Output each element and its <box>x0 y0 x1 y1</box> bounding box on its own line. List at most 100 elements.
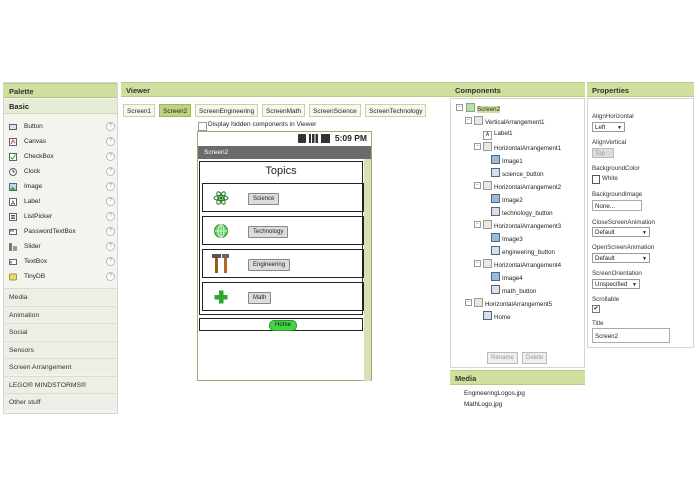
collapse-toggle[interactable]: − <box>474 221 481 228</box>
prop-title-field[interactable]: Screen2 <box>592 328 670 343</box>
topics-label[interactable]: Topics <box>200 165 362 177</box>
tools-icon[interactable] <box>211 253 231 274</box>
arrangement-icon <box>483 181 492 190</box>
palette-category-lego[interactable]: LEGO® MINDSTORMS® <box>4 376 117 393</box>
help-icon[interactable]: ? <box>106 242 115 251</box>
delete-button[interactable]: Delete <box>522 352 548 364</box>
tree-node-screen2[interactable]: Screen2 <box>466 103 501 113</box>
tree-node-label: science_button <box>502 171 544 178</box>
palette-item-listpicker[interactable]: ListPicker ? <box>4 209 117 224</box>
tree-node-image4[interactable]: Image4 <box>491 272 523 282</box>
palette-item-slider[interactable]: Slider ? <box>4 239 117 254</box>
tab-screen-math[interactable]: ScreenMath <box>262 104 306 117</box>
help-icon[interactable]: ? <box>106 182 115 191</box>
tab-screen1[interactable]: Screen1 <box>123 104 156 117</box>
collapse-toggle[interactable]: − <box>474 182 481 189</box>
prop-align-vertical-select[interactable]: Top <box>592 148 614 158</box>
help-icon[interactable]: ? <box>106 122 115 131</box>
tree-node-horizontal-arrangement1[interactable]: HorizontalArrangement1 <box>483 142 561 152</box>
palette-basic-header[interactable]: Basic <box>4 99 117 114</box>
tab-screen-technology[interactable]: ScreenTechnology <box>365 104 427 117</box>
help-icon[interactable]: ? <box>106 272 115 281</box>
palette-item-textbox[interactable]: TextBox ? <box>4 254 117 269</box>
select-value: Default <box>595 255 615 262</box>
collapse-toggle[interactable]: − <box>465 117 472 124</box>
media-file[interactable]: EngineeringLogos.jpg <box>464 390 525 397</box>
tree-node-engineering-button[interactable]: engineering_button <box>491 246 555 256</box>
prop-align-horizontal-select[interactable]: Left ▼ <box>592 122 625 132</box>
collapse-toggle[interactable]: − <box>474 260 481 267</box>
tab-screen2[interactable]: Screen2 <box>159 104 192 117</box>
tab-screen-science[interactable]: ScreenScience <box>309 104 361 117</box>
science-button[interactable]: Science <box>248 193 280 205</box>
palette-item-button[interactable]: Button ? <box>4 119 117 134</box>
collapse-toggle[interactable]: − <box>474 143 481 150</box>
help-icon[interactable]: ? <box>106 152 115 161</box>
palette-item-checkbox[interactable]: CheckBox ? <box>4 149 117 164</box>
palette-item-tinydb[interactable]: TinyDB ? <box>4 269 117 284</box>
prop-close-animation-select[interactable]: Default ▼ <box>592 227 650 237</box>
technology-button[interactable]: Technology <box>248 226 289 238</box>
palette-item-canvas[interactable]: Canvas ? <box>4 134 117 149</box>
horizontal-arrangement-technology[interactable]: Technology <box>202 216 364 245</box>
palette-item-image[interactable]: Image ? <box>4 179 117 194</box>
horizontal-arrangement-home[interactable]: Home <box>199 318 363 331</box>
tree-node-horizontal-arrangement4[interactable]: HorizontalArrangement4 <box>483 259 561 269</box>
signal-icon <box>309 134 318 143</box>
prop-screen-orientation-select[interactable]: Unspecified ▼ <box>592 279 640 289</box>
vertical-arrangement[interactable]: Topics Science Technology Engineering Ma… <box>199 161 364 315</box>
help-icon[interactable]: ? <box>106 137 115 146</box>
horizontal-arrangement-science[interactable]: Science <box>202 183 364 212</box>
tree-node-science-button[interactable]: science_button <box>491 168 544 178</box>
tree-node-home[interactable]: Home <box>483 311 511 321</box>
help-icon[interactable]: ? <box>106 197 115 206</box>
help-icon[interactable]: ? <box>106 257 115 266</box>
palette-category-social[interactable]: Social <box>4 323 117 340</box>
prop-scrollable-checkbox[interactable]: ✔ <box>592 305 600 313</box>
prop-open-animation-select[interactable]: Default ▼ <box>592 253 650 263</box>
palette-category-sensors[interactable]: Sensors <box>4 341 117 358</box>
palette-item-passwordtextbox[interactable]: ** PasswordTextBox ? <box>4 224 117 239</box>
display-hidden-checkbox[interactable] <box>198 122 207 131</box>
engineering-button[interactable]: Engineering <box>248 259 291 271</box>
help-icon[interactable]: ? <box>106 167 115 176</box>
prop-background-image-field[interactable]: None... <box>592 200 642 211</box>
tree-node-image2[interactable]: Image2 <box>491 194 523 204</box>
tree-node-label: technology_button <box>502 210 553 217</box>
color-swatch[interactable] <box>592 175 600 184</box>
globe-icon[interactable] <box>213 223 229 239</box>
tab-screen-engineering[interactable]: ScreenEngineering <box>195 104 259 117</box>
tree-node-horizontal-arrangement3[interactable]: HorizontalArrangement3 <box>483 220 561 230</box>
palette-category-other[interactable]: Other stuff <box>4 393 117 410</box>
arrangement-icon <box>474 116 483 125</box>
tree-node-technology-button[interactable]: technology_button <box>491 207 553 217</box>
help-icon[interactable]: ? <box>106 212 115 221</box>
palette-item-label: PasswordTextBox <box>24 228 76 235</box>
palette-item-clock[interactable]: Clock ? <box>4 164 117 179</box>
tree-node-horizontal-arrangement2[interactable]: HorizontalArrangement2 <box>483 181 561 191</box>
plus-icon[interactable] <box>213 289 229 305</box>
help-icon[interactable]: ? <box>106 227 115 236</box>
rename-button[interactable]: Rename <box>487 352 518 364</box>
palette-category-media[interactable]: Media <box>4 288 117 305</box>
palette-category-screen-arrangement[interactable]: Screen Arrangement <box>4 358 117 375</box>
palette-item-label: Canvas <box>24 138 47 145</box>
tree-node-math-button[interactable]: math_button <box>491 285 536 295</box>
horizontal-arrangement-engineering[interactable]: Engineering <box>202 249 364 278</box>
tree-node-image3[interactable]: Image3 <box>491 233 523 243</box>
home-button[interactable]: Home <box>269 320 298 331</box>
prop-background-color-value[interactable]: White <box>602 175 618 182</box>
math-button[interactable]: Math <box>248 292 272 304</box>
atom-icon[interactable] <box>213 190 229 206</box>
palette-category-animation[interactable]: Animation <box>4 306 117 323</box>
tree-node-horizontal-arrangement5[interactable]: HorizontalArrangement5 <box>474 298 552 308</box>
tree-node-image1[interactable]: Image1 <box>491 155 523 165</box>
image-icon <box>491 272 500 281</box>
collapse-toggle[interactable]: − <box>456 104 463 111</box>
media-file[interactable]: MathLogo.jpg <box>464 401 502 408</box>
palette-item-label-component[interactable]: A Label ? <box>4 194 117 209</box>
horizontal-arrangement-math[interactable]: Math <box>202 282 364 311</box>
collapse-toggle[interactable]: − <box>465 299 472 306</box>
tree-node-vertical-arrangement1[interactable]: VerticalArrangement1 <box>474 116 545 126</box>
tree-node-label1[interactable]: A Label1 <box>483 129 513 140</box>
